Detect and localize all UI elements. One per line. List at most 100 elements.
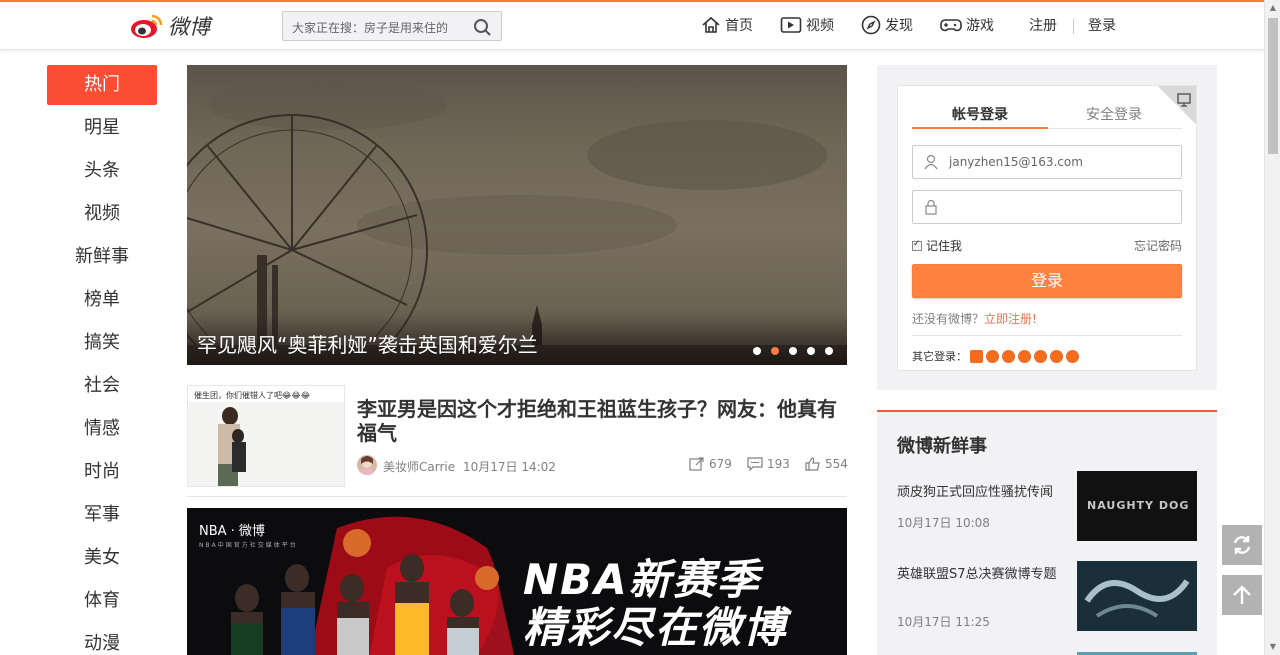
refresh-button[interactable] — [1222, 525, 1262, 565]
username-field[interactable]: janyzhen15@163.com — [912, 145, 1182, 179]
feed-item[interactable]: 催生团，你们催错人了吧😂😂😂 李亚男是因这个才拒绝和王祖蓝生孩子？网友：他真有福… — [187, 385, 848, 497]
feed-meta: 美妆师Carrie 10月17日 14:02 679 193 554 — [357, 455, 848, 475]
carousel-dot[interactable] — [789, 347, 797, 355]
home-icon — [702, 16, 720, 33]
nav-video[interactable]: 视频 — [780, 15, 834, 35]
thumbnail-image — [188, 402, 344, 486]
banner-brand: NBA · 微博 — [199, 524, 265, 539]
carousel-dot[interactable] — [825, 347, 833, 355]
like-button[interactable]: 554 — [805, 457, 848, 471]
sidebar-item-sports[interactable]: 体育 — [47, 581, 157, 624]
login-label: 登录 — [1088, 18, 1116, 34]
top-header: 微博 大家正在搜：房子是用来住的 首页 视频 发现 游戏 注册 登录 — [0, 2, 1264, 50]
no-account-text: 还没有微博？立即注册! — [912, 310, 1037, 327]
repost-count: 679 — [709, 457, 732, 471]
fresh-item-image[interactable]: NAUGHTY DOG — [1077, 471, 1197, 541]
tianyi-icon[interactable] — [1002, 349, 1015, 363]
fresh-item-title[interactable]: 英雄联盟S7总决赛微博专题 — [897, 566, 1067, 584]
page-scrollbar[interactable]: ▲ ▼ — [1264, 0, 1280, 655]
wechat-icon[interactable] — [1018, 349, 1031, 363]
back-to-top-button[interactable] — [1222, 575, 1262, 615]
fresh-item-time: 10月17日 11:25 — [897, 615, 990, 629]
register-link[interactable]: 注册 — [1029, 15, 1057, 35]
login-button[interactable]: 登录 — [912, 264, 1182, 298]
hero-caption[interactable]: 罕见飓风“奥菲利娅”袭击英国和爱尔兰 — [197, 329, 538, 358]
refresh-icon — [1233, 536, 1251, 554]
tab-account-login[interactable]: 帐号登录 — [952, 104, 1008, 124]
fresh-item-time: 10月17日 10:08 — [897, 516, 990, 530]
nav-discover-label: 发现 — [885, 18, 913, 34]
carousel-dot[interactable] — [807, 347, 815, 355]
sidebar-item-rankings[interactable]: 榜单 — [47, 280, 157, 323]
sidebar-item-military[interactable]: 军事 — [47, 495, 157, 538]
sidebar-item-anime[interactable]: 动漫 — [47, 624, 157, 655]
sidebar-item-fresh[interactable]: 新鲜事 — [47, 237, 157, 280]
weibo-logo[interactable]: 微博 — [130, 11, 210, 41]
login-box: 帐号登录 安全登录 janyzhen15@163.com 记住我 忘记密码 登录… — [897, 85, 1197, 371]
sidebar-item-headlines[interactable]: 头条 — [47, 151, 157, 194]
fresh-news-panel: 微博新鲜事 顽皮狗正式回应性骚扰传闻 10月17日 10:08 NAUGHTY … — [877, 410, 1217, 655]
remember-me[interactable]: 记住我 — [912, 237, 962, 254]
sidebar-item-video[interactable]: 视频 — [47, 194, 157, 237]
scroll-up-arrow[interactable]: ▲ — [1265, 0, 1280, 16]
username-value: janyzhen15@163.com — [949, 155, 1083, 169]
sidebar-item-society[interactable]: 社会 — [47, 366, 157, 409]
weibo-logo-icon — [131, 14, 163, 38]
qr-monitor-icon[interactable] — [1176, 92, 1192, 108]
fresh-item-title[interactable]: 顽皮狗正式回应性骚扰传闻 — [897, 484, 1067, 502]
login-panel: 帐号登录 安全登录 janyzhen15@163.com 记住我 忘记密码 登录… — [877, 65, 1217, 390]
logo-text: 微博 — [168, 15, 210, 39]
hero-carousel[interactable]: 罕见飓风“奥菲利娅”袭击英国和爱尔兰 — [187, 65, 847, 365]
carousel-dot[interactable] — [753, 347, 761, 355]
sidebar-item-emotion[interactable]: 情感 — [47, 409, 157, 452]
sidebar-item-hot[interactable]: 热门 — [47, 65, 157, 105]
compass-icon — [861, 15, 881, 35]
scroll-thumb[interactable] — [1268, 18, 1278, 154]
fresh-item-image-text: NAUGHTY DOG — [1087, 499, 1190, 512]
flower-icon[interactable] — [1050, 349, 1063, 363]
remember-label: 记住我 — [926, 239, 963, 253]
arrow-up-icon — [1233, 585, 1251, 604]
register-label: 注册 — [1029, 18, 1057, 34]
tab-active-underline — [912, 127, 1048, 129]
nav-games[interactable]: 游戏 — [940, 15, 994, 35]
author-name[interactable]: 美妆师Carrie — [383, 458, 455, 475]
search-box[interactable]: 大家正在搜：房子是用来住的 — [282, 11, 502, 41]
login-link[interactable]: 登录 — [1088, 15, 1116, 35]
search-input[interactable]: 大家正在搜：房子是用来住的 — [292, 19, 448, 36]
sidebar-item-fashion[interactable]: 时尚 — [47, 452, 157, 495]
remember-checkbox[interactable] — [912, 239, 922, 251]
comment-icon — [747, 457, 763, 471]
carousel-dot-active[interactable] — [771, 347, 779, 355]
forgot-password-link[interactable]: 忘记密码 — [1134, 237, 1182, 254]
search-icon[interactable] — [471, 17, 493, 37]
feed-title[interactable]: 李亚男是因这个才拒绝和王祖蓝生孩子？网友：他真有福气 — [357, 397, 847, 445]
sidebar-item-stars[interactable]: 明星 — [47, 108, 157, 151]
channel-sidebar: 热门 明星 头条 视频 新鲜事 榜单 搞笑 社会 情感 时尚 军事 美女 体育 … — [47, 65, 157, 655]
comment-button[interactable]: 193 — [747, 457, 790, 471]
login-divider — [912, 335, 1182, 336]
register-now-link[interactable]: 立即注册! — [984, 312, 1037, 326]
gamepad-icon — [940, 19, 962, 32]
sidebar-item-funny[interactable]: 搞笑 — [47, 323, 157, 366]
nav-home[interactable]: 首页 — [701, 15, 753, 35]
banner-headline-2: 精彩尽在微博 — [523, 603, 788, 652]
banner-brand-sub: NBA中国官方社交媒体平台 — [199, 542, 298, 549]
scroll-down-arrow[interactable]: ▼ — [1265, 639, 1280, 655]
author-avatar[interactable] — [357, 455, 377, 475]
baidu-paw-icon[interactable] — [1066, 349, 1079, 363]
feed-thumbnail[interactable]: 催生团，你们催错人了吧😂😂😂 — [187, 385, 345, 487]
nav-home-label: 首页 — [725, 18, 753, 34]
nba-banner[interactable]: NBA · 微博 NBA中国官方社交媒体平台 NBA新赛季 精彩尽在微博 — [187, 508, 847, 655]
qq-penguin-icon[interactable] — [986, 349, 999, 363]
other-login: 其它登录： — [912, 348, 1079, 364]
repost-button[interactable]: 679 — [689, 457, 732, 471]
comment-count: 193 — [767, 457, 790, 471]
fresh-item-image[interactable] — [1077, 561, 1197, 631]
tab-secure-login[interactable]: 安全登录 — [1086, 104, 1142, 124]
qq-icon[interactable] — [970, 349, 983, 363]
plus-icon[interactable] — [1034, 349, 1047, 363]
sidebar-item-beauty[interactable]: 美女 — [47, 538, 157, 581]
nav-discover[interactable]: 发现 — [861, 15, 913, 35]
password-field[interactable] — [912, 190, 1182, 224]
